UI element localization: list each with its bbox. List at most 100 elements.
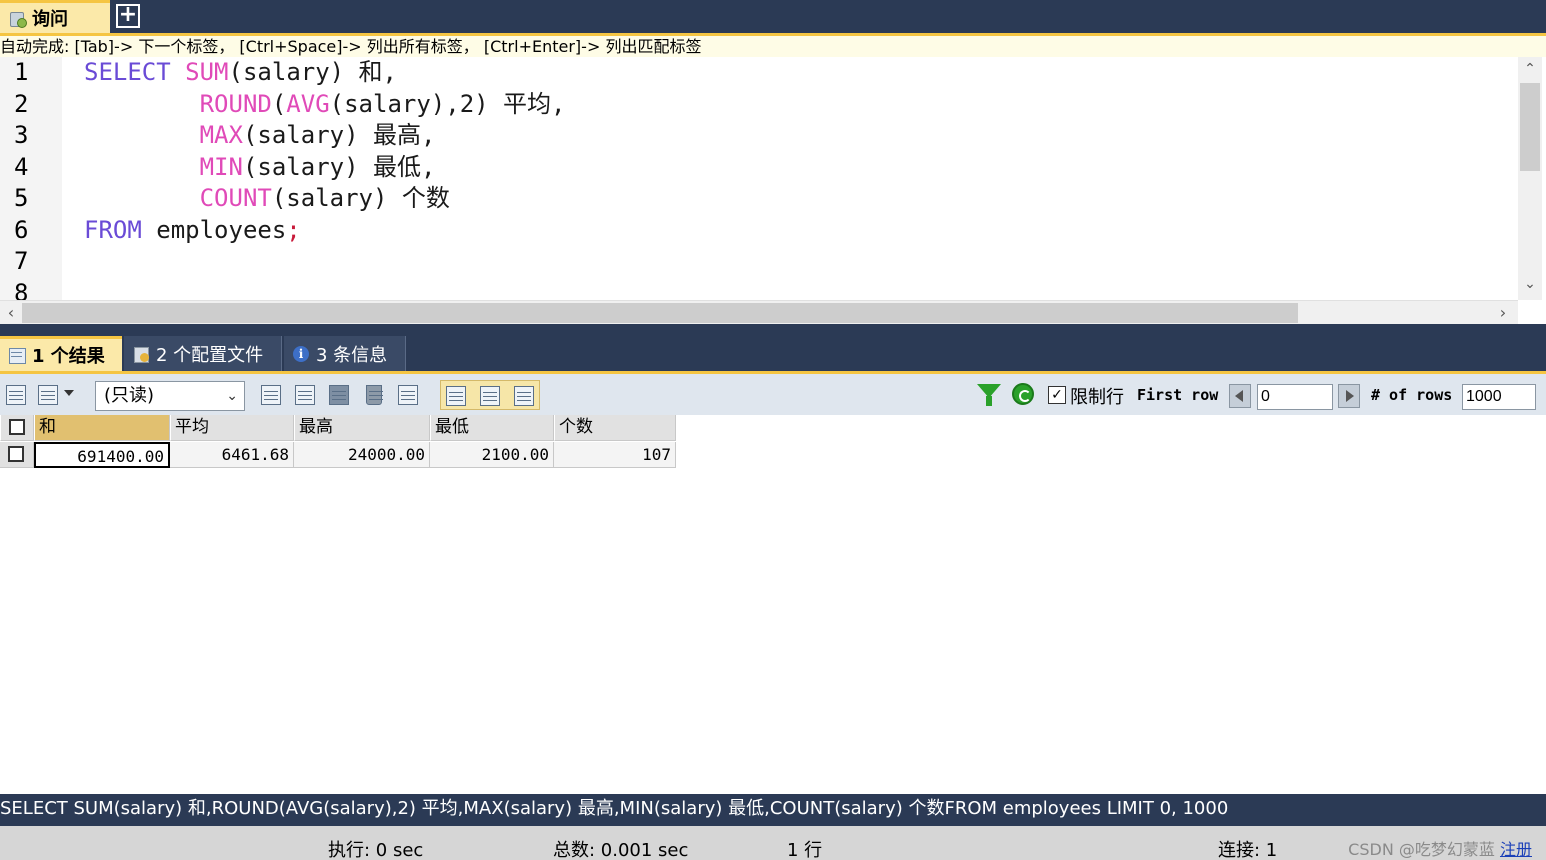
- result-mode-select[interactable]: (只读) ⌄: [95, 381, 245, 411]
- code-token: ;: [286, 215, 301, 244]
- column-header[interactable]: 和: [34, 415, 170, 441]
- rows-count-input[interactable]: [1462, 384, 1536, 410]
- duplicate-row-button[interactable]: [292, 382, 318, 408]
- result-toolbar: (只读) ⌄ ✓ 限制行 First row # of rows: [0, 371, 1546, 415]
- tab-messages-label: 3 条信息: [316, 344, 388, 366]
- table-cell[interactable]: 6461.68: [170, 442, 294, 468]
- first-row-input[interactable]: [1257, 384, 1333, 410]
- sql-function: MAX: [199, 121, 243, 149]
- table-cell[interactable]: 107: [554, 442, 676, 468]
- code-line[interactable]: COUNT(salary) 个数: [84, 183, 566, 215]
- connection-count: 连接: 1: [1218, 840, 1278, 860]
- sql-keyword: FROM: [84, 215, 142, 244]
- row-checkbox[interactable]: [8, 446, 24, 462]
- code-token: (salary) 最高,: [242, 121, 436, 149]
- column-header[interactable]: 最低: [430, 415, 554, 441]
- scroll-up-icon[interactable]: ⌃: [1518, 61, 1542, 81]
- scroll-thumb[interactable]: [22, 303, 1298, 323]
- code-line[interactable]: MIN(salary) 最低,: [84, 152, 566, 184]
- scroll-thumb[interactable]: [1520, 83, 1540, 171]
- form-view-button[interactable]: [477, 383, 503, 409]
- table-cell[interactable]: 24000.00: [294, 442, 430, 468]
- save-button[interactable]: [326, 382, 352, 408]
- code-line[interactable]: ROUND(AVG(salary),2) 平均,: [84, 89, 566, 121]
- code-line[interactable]: SELECT SUM(salary) 和,: [84, 57, 566, 89]
- limit-rows-label: 限制行: [1070, 387, 1124, 408]
- grid-view-button[interactable]: [443, 383, 469, 409]
- editor-vertical-scrollbar[interactable]: ⌃ ⌄: [1518, 57, 1542, 300]
- export-grid-button[interactable]: [3, 382, 29, 408]
- tab-results[interactable]: 1 个结果: [0, 336, 122, 371]
- code-line[interactable]: [84, 278, 566, 301]
- insert-row-button[interactable]: [258, 382, 284, 408]
- filter-icon[interactable]: [977, 384, 1001, 406]
- cancel-icon: [398, 385, 418, 405]
- insert-row-icon: [261, 385, 281, 405]
- line-number-gutter: 1 2 3 4 5 6 7 8: [0, 57, 62, 300]
- select-all-checkbox[interactable]: [9, 419, 25, 435]
- table-cell[interactable]: 691400.00: [34, 442, 170, 468]
- tab-query[interactable]: 询问: [0, 0, 110, 33]
- table-row[interactable]: 691400.00 6461.68 24000.00 2100.00 107: [0, 442, 676, 468]
- scroll-down-icon[interactable]: ⌄: [1518, 276, 1542, 296]
- exec-time: 执行: 0 sec: [328, 840, 424, 860]
- add-tab-button[interactable]: +: [116, 4, 140, 28]
- chevron-down-icon[interactable]: [64, 390, 74, 396]
- code-line[interactable]: MAX(salary) 最高,: [84, 120, 566, 152]
- previous-page-button[interactable]: [1229, 384, 1251, 408]
- sql-function: ROUND: [199, 89, 272, 118]
- tab-profile[interactable]: 2 个配置文件: [124, 336, 282, 371]
- grid-header-row: 和 平均 最高 最低 个数: [0, 415, 676, 441]
- sql-editor[interactable]: 1 2 3 4 5 6 7 8 SELECT SUM(salary) 和, RO…: [0, 57, 1518, 300]
- autocomplete-hint: 自动完成: [Tab]-> 下一个标签， [Ctrl+Space]-> 列出所有…: [0, 33, 1546, 57]
- total-time: 总数: 0.001 sec: [553, 840, 689, 860]
- column-header[interactable]: 个数: [554, 415, 676, 441]
- code-token: (salary) 个数: [271, 184, 450, 212]
- pane-splitter[interactable]: [0, 324, 1546, 336]
- executed-sql-bar: SELECT SUM(salary) 和,ROUND(AVG(salary),2…: [0, 794, 1546, 826]
- watermark: CSDN @吃梦幻蒙蓝 注册: [1348, 836, 1532, 860]
- next-page-button[interactable]: [1338, 384, 1360, 408]
- tab-results-label: 1 个结果: [32, 346, 105, 367]
- scroll-left-icon[interactable]: ‹: [0, 301, 22, 325]
- select-all-cell[interactable]: [0, 415, 34, 441]
- refresh-icon[interactable]: [1012, 383, 1034, 405]
- cancel-changes-button[interactable]: [395, 382, 421, 408]
- line-number: 8: [14, 278, 29, 301]
- row-count: 1 行: [787, 840, 823, 860]
- column-header[interactable]: 平均: [170, 415, 294, 441]
- text-view-icon: [514, 386, 534, 406]
- status-bar: 执行: 0 sec 总数: 0.001 sec 1 行 连接: 1 CSDN @…: [0, 826, 1546, 860]
- sql-function: SUM: [185, 58, 229, 86]
- row-select-cell[interactable]: [0, 442, 34, 468]
- column-header[interactable]: 最高: [294, 415, 430, 441]
- scroll-right-icon[interactable]: ›: [1492, 301, 1514, 325]
- code-area[interactable]: SELECT SUM(salary) 和, ROUND(AVG(salary),…: [84, 57, 566, 300]
- rows-count-label: # of rows: [1371, 386, 1453, 404]
- line-number: 6: [14, 215, 29, 244]
- sql-function: MIN: [199, 152, 243, 181]
- register-link[interactable]: 注册: [1500, 840, 1532, 859]
- line-number: 3: [14, 121, 29, 149]
- trash-icon: [366, 385, 383, 405]
- export-menu-button[interactable]: [35, 382, 61, 408]
- info-icon: [292, 345, 310, 363]
- code-line[interactable]: FROM employees;: [84, 215, 566, 247]
- table-cell[interactable]: 2100.00: [430, 442, 554, 468]
- delete-row-button[interactable]: [361, 382, 387, 408]
- watermark-text: CSDN @吃梦幻蒙蓝: [1348, 840, 1495, 859]
- first-row-label: First row: [1137, 386, 1219, 404]
- query-tab-icon: [8, 9, 27, 28]
- chevron-down-icon: ⌄: [226, 388, 238, 404]
- text-view-button[interactable]: [511, 383, 537, 409]
- line-number: 2: [14, 89, 29, 118]
- limit-rows-checkbox[interactable]: ✓: [1048, 386, 1066, 404]
- code-token: (: [271, 89, 287, 118]
- editor-horizontal-scrollbar[interactable]: ‹ ›: [0, 300, 1518, 324]
- tab-messages[interactable]: 3 条信息: [284, 336, 406, 371]
- grid-view-icon: [446, 386, 466, 406]
- code-line[interactable]: [84, 246, 566, 278]
